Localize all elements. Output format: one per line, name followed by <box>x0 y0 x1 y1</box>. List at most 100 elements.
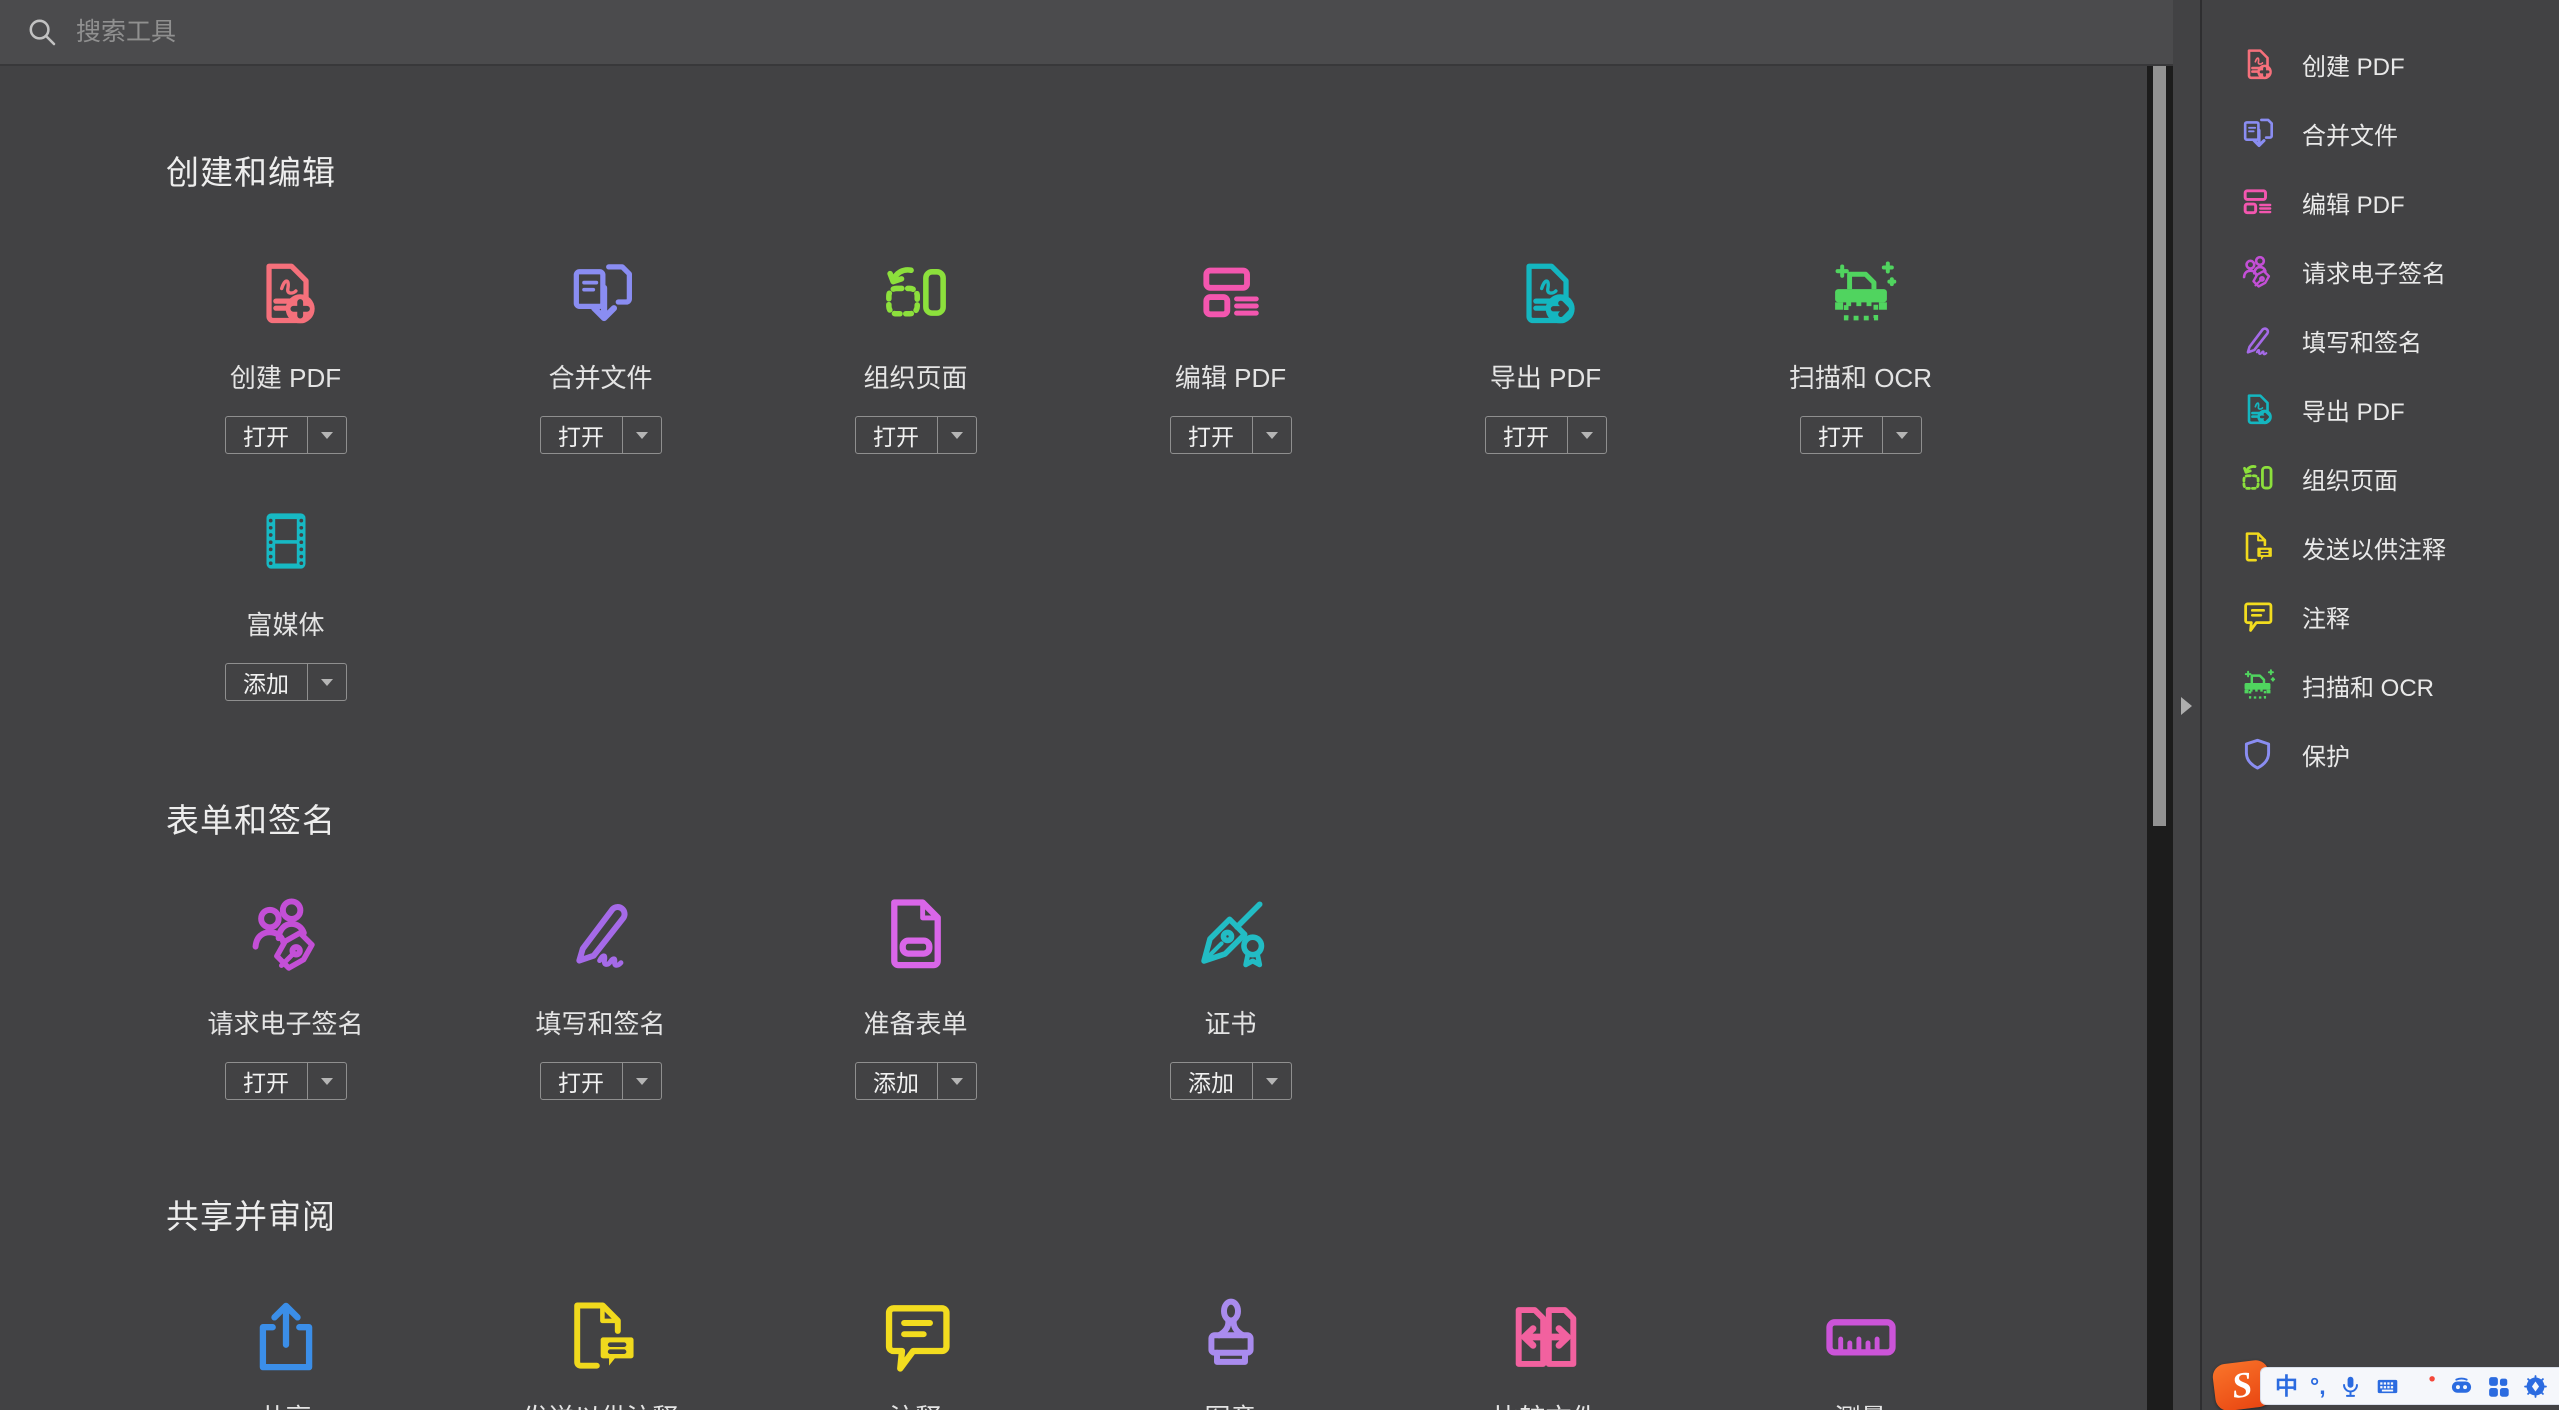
tool-label: 图章 <box>1204 1398 1256 1410</box>
fill-sign-open-split-button: 打开 <box>539 1062 662 1100</box>
export-pdf-icon <box>1509 256 1583 332</box>
sidebar-item-send-for-comments[interactable]: 发送以供注释 <box>2202 513 2559 582</box>
certificates-add-split-button: 添加 <box>1169 1062 1292 1100</box>
tool-label: 证书 <box>1204 1009 1257 1039</box>
sidebar-item-protect[interactable]: 保护 <box>2202 720 2559 789</box>
rich-media-dropdown-button[interactable] <box>308 664 346 700</box>
tool-measure: 测量 <box>1703 1294 2018 1410</box>
search-icon <box>26 16 58 48</box>
chevron-down-icon <box>950 1077 963 1085</box>
tool-comments: 注释 <box>758 1294 1073 1410</box>
sidebar-item-label: 请求电子签名 <box>2302 261 2446 288</box>
tool-label: 编辑 PDF <box>1174 363 1287 393</box>
vertical-scrollbar[interactable] <box>2147 66 2173 1410</box>
request-signatures-dropdown-button[interactable] <box>308 1063 346 1099</box>
tool-label: 扫描和 OCR <box>1788 363 1932 393</box>
sidebar-collapse-arrow[interactable] <box>2181 697 2192 715</box>
export-pdf-open-button[interactable]: 打开 <box>1486 417 1568 453</box>
tool-export-pdf: 导出 PDF 打开 <box>1388 256 1703 454</box>
tool-row-1: 创建 PDF 打开 合并文件 打开 组织页面 打开 编辑 PDF 打开 导出 P… <box>128 256 2018 454</box>
ime-punctuation-button[interactable]: °, <box>2310 1374 2326 1398</box>
toolbar-search <box>0 0 2173 66</box>
sidebar-item-edit-pdf[interactable]: 编辑 PDF <box>2202 168 2559 237</box>
scan-ocr-open-split-button: 打开 <box>1799 416 1922 454</box>
ime-chinese-mode-button[interactable]: 中 <box>2275 1374 2298 1398</box>
create-pdf-dropdown-button[interactable] <box>308 417 346 453</box>
shortcuts-sidebar: 创建 PDF 合并文件 编辑 PDF 请求电子签名 填写和签名 导出 PDF 组… <box>2200 0 2559 1410</box>
organize-pages-open-button[interactable]: 打开 <box>856 417 938 453</box>
toolbox-icon[interactable] <box>2486 1374 2511 1399</box>
tool-label: 合并文件 <box>548 363 653 393</box>
certificates-add-button[interactable]: 添加 <box>1171 1063 1253 1099</box>
tool-label: 发送以供注释 <box>522 1398 678 1410</box>
section-title-create-edit: 创建和编辑 <box>166 154 336 191</box>
combine-files-open-button[interactable]: 打开 <box>541 417 623 453</box>
section-title-forms-signatures: 表单和签名 <box>166 802 336 839</box>
sidebar-item-organize-pages[interactable]: 组织页面 <box>2202 444 2559 513</box>
sidebar-item-comments[interactable]: 注释 <box>2202 582 2559 651</box>
tool-compare-files: 比较文件 <box>1388 1294 1703 1410</box>
smart-assistant-icon[interactable] <box>2449 1374 2474 1399</box>
tool-send-for-comments: 发送以供注释 <box>443 1294 758 1410</box>
rich-media-add-button[interactable]: 添加 <box>226 664 308 700</box>
settings-icon[interactable] <box>2523 1374 2548 1399</box>
create-pdf-open-split-button: 打开 <box>224 416 347 454</box>
create-pdf-icon <box>2238 46 2276 84</box>
tool-prepare-form: 准备表单 添加 <box>758 890 1073 1100</box>
skin-icon[interactable] <box>2412 1374 2437 1399</box>
edit-pdf-open-split-button: 打开 <box>1169 416 1292 454</box>
sidebar-item-label: 组织页面 <box>2302 468 2398 495</box>
request-signatures-open-split-button: 打开 <box>224 1062 347 1100</box>
sidebar-item-combine-files[interactable]: 合并文件 <box>2202 99 2559 168</box>
combine-files-dropdown-button[interactable] <box>623 417 661 453</box>
rich-media-add-split-button: 添加 <box>224 663 347 701</box>
sidebar-item-scan-ocr[interactable]: 扫描和 OCR <box>2202 651 2559 720</box>
organize-pages-dropdown-button[interactable] <box>938 417 976 453</box>
keyboard-icon[interactable] <box>2375 1374 2400 1399</box>
chevron-down-icon <box>635 431 648 439</box>
ime-toolbar: 中 °, <box>2260 1367 2559 1405</box>
chevron-down-icon <box>1265 431 1278 439</box>
create-pdf-open-button[interactable]: 打开 <box>226 417 308 453</box>
share-icon <box>244 1294 328 1380</box>
tool-certificates: 证书 添加 <box>1073 890 1388 1100</box>
prepare-form-add-button[interactable]: 添加 <box>856 1063 938 1099</box>
export-pdf-dropdown-button[interactable] <box>1568 417 1606 453</box>
prepare-form-dropdown-button[interactable] <box>938 1063 976 1099</box>
request-signatures-icon <box>2238 253 2276 291</box>
scrollbar-thumb[interactable] <box>2153 66 2166 826</box>
edit-pdf-icon <box>1194 256 1268 332</box>
search-input[interactable] <box>76 17 676 47</box>
edit-pdf-open-button[interactable]: 打开 <box>1171 417 1253 453</box>
sidebar-item-label: 导出 PDF <box>2302 399 2405 426</box>
certificates-icon <box>1189 890 1273 978</box>
combine-files-icon <box>564 256 638 332</box>
microphone-icon[interactable] <box>2338 1374 2363 1399</box>
prepare-form-icon <box>874 890 958 978</box>
acrobat-tools-window: 创建和编辑 创建 PDF 打开 合并文件 打开 组织页面 打开 <box>0 0 2559 1410</box>
tool-label: 测量 <box>1834 1398 1886 1410</box>
fill-sign-dropdown-button[interactable] <box>623 1063 661 1099</box>
request-signatures-open-button[interactable]: 打开 <box>226 1063 308 1099</box>
scan-ocr-open-button[interactable]: 打开 <box>1801 417 1883 453</box>
certificates-dropdown-button[interactable] <box>1253 1063 1291 1099</box>
sidebar-item-export-pdf[interactable]: 导出 PDF <box>2202 375 2559 444</box>
edit-pdf-dropdown-button[interactable] <box>1253 417 1291 453</box>
fill-sign-open-button[interactable]: 打开 <box>541 1063 623 1099</box>
tool-create-pdf: 创建 PDF 打开 <box>128 256 443 454</box>
scan-ocr-dropdown-button[interactable] <box>1883 417 1921 453</box>
rich-media-icon <box>250 503 322 579</box>
sidebar-item-request-signatures[interactable]: 请求电子签名 <box>2202 237 2559 306</box>
tool-stamp: 图章 <box>1073 1294 1388 1410</box>
sidebar-item-create-pdf[interactable]: 创建 PDF <box>2202 30 2559 99</box>
combine-files-icon <box>2238 115 2276 153</box>
organize-pages-icon <box>2238 460 2276 498</box>
sidebar-item-fill-sign[interactable]: 填写和签名 <box>2202 306 2559 375</box>
tool-scan-ocr: 扫描和 OCR 打开 <box>1703 256 2018 454</box>
chevron-down-icon <box>320 678 333 686</box>
sidebar-item-label: 注释 <box>2302 606 2350 633</box>
organize-pages-open-split-button: 打开 <box>854 416 977 454</box>
fill-sign-icon <box>2238 322 2276 360</box>
sidebar-item-label: 合并文件 <box>2302 123 2398 150</box>
tool-row-3: 请求电子签名 打开 填写和签名 打开 准备表单 添加 证书 添加 <box>128 890 1388 1100</box>
